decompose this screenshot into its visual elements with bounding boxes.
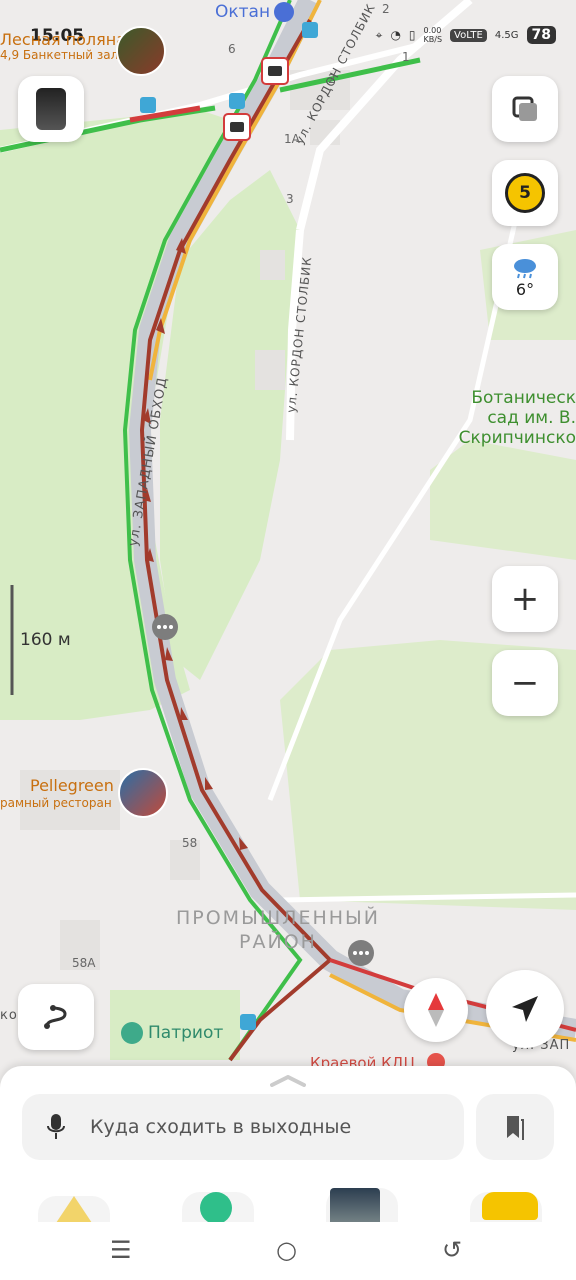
profile-avatar-button[interactable]: [18, 76, 84, 142]
category-card[interactable]: [38, 1178, 110, 1228]
district-label-line2: РАЙОН: [239, 931, 317, 953]
museum-icon[interactable]: [121, 1022, 143, 1044]
search-bar[interactable]: Куда сходить в выходные: [22, 1094, 464, 1160]
volte-badge: VoLTE: [450, 28, 487, 42]
bus-stop-icon[interactable]: [240, 1014, 256, 1030]
chevron-up-icon: [270, 1074, 306, 1087]
avatar: [36, 88, 66, 130]
layers-button[interactable]: [492, 76, 558, 142]
poi-photo-lesnaya[interactable]: [116, 26, 166, 76]
clock-icon: ◔: [390, 28, 401, 42]
chat-bubble-icon[interactable]: [152, 614, 178, 640]
weather-temp: 6°: [515, 279, 535, 299]
house-number: 3: [286, 192, 294, 206]
house-number: 6: [228, 42, 236, 56]
microphone-icon[interactable]: [46, 1113, 66, 1141]
poi-label-patriot[interactable]: Патриот: [148, 1023, 223, 1043]
category-card[interactable]: [326, 1178, 398, 1228]
bookmarks-button[interactable]: [476, 1094, 554, 1160]
battery-indicator: 78: [526, 26, 556, 44]
system-nav-bar: ☰ ○ ↺: [0, 1222, 576, 1280]
compass-icon: [428, 993, 444, 1027]
house-number: 58: [182, 836, 198, 850]
back-button[interactable]: ↺: [442, 1236, 462, 1264]
house-number: 2: [382, 2, 390, 16]
vibrate-icon: ▯: [408, 28, 416, 42]
rain-cloud-icon: [514, 258, 536, 278]
category-card[interactable]: [470, 1178, 542, 1228]
traffic-score: 5: [505, 173, 545, 213]
route-button[interactable]: [18, 984, 94, 1050]
house-number: 58А: [72, 956, 96, 970]
poi-label-oktan[interactable]: Октан: [215, 2, 270, 22]
menu-button[interactable]: ☰: [110, 1236, 132, 1264]
poi-label-lesnaya[interactable]: Лесная поляна: [0, 30, 126, 49]
poi-sub-lesnaya: 4,9 Банкетный зал: [0, 48, 119, 62]
scale-label: 160 м: [20, 630, 71, 650]
signal-indicator: 4.5G: [494, 29, 519, 41]
poi-photo-pellegreen[interactable]: [118, 768, 168, 818]
navigation-arrow-icon: [512, 996, 538, 1022]
poi-label-pellegreen[interactable]: Pellegreen: [30, 776, 114, 795]
district-label-line1: ПРОМЫШЛЕННЫЙ: [175, 907, 381, 929]
sheet-handle[interactable]: [270, 1072, 306, 1087]
route-icon: [44, 1005, 67, 1029]
botanical-line1[interactable]: Ботаническ: [406, 388, 576, 408]
category-card[interactable]: [182, 1178, 254, 1228]
zoom-in-button[interactable]: +: [492, 566, 558, 632]
poi-sub-pellegreen: рамный ресторан: [0, 796, 112, 810]
traffic-button[interactable]: 5: [492, 160, 558, 226]
weather-button[interactable]: 6°: [492, 244, 558, 310]
bus-stop-icon[interactable]: [140, 97, 156, 113]
bookmark-icon: [507, 1116, 524, 1140]
incident-icon[interactable]: [223, 113, 251, 141]
layers-icon: [512, 96, 537, 121]
search-placeholder: Куда сходить в выходные: [90, 1116, 352, 1138]
my-location-button[interactable]: [486, 970, 564, 1048]
house-number: 1А: [284, 132, 300, 146]
botanical-line2[interactable]: сад им. В.: [406, 408, 576, 428]
house-number: 1: [402, 50, 410, 64]
status-icons: ⌖ ◔ ▯ 0.00 KB/S VoLTE 4.5G 78: [376, 26, 556, 44]
poi-label-kraevoy[interactable]: Краевой КДЦ: [310, 1054, 415, 1066]
botanical-line3[interactable]: Скрипчинско: [406, 428, 576, 448]
house-number: 2: [328, 72, 336, 86]
location-icon: ⌖: [375, 27, 383, 42]
zoom-out-button[interactable]: −: [492, 650, 558, 716]
home-button[interactable]: ○: [276, 1236, 297, 1264]
compass-button[interactable]: [404, 978, 468, 1042]
bus-stop-icon[interactable]: [229, 93, 245, 109]
net-speed: 0.00 KB/S: [423, 26, 443, 44]
